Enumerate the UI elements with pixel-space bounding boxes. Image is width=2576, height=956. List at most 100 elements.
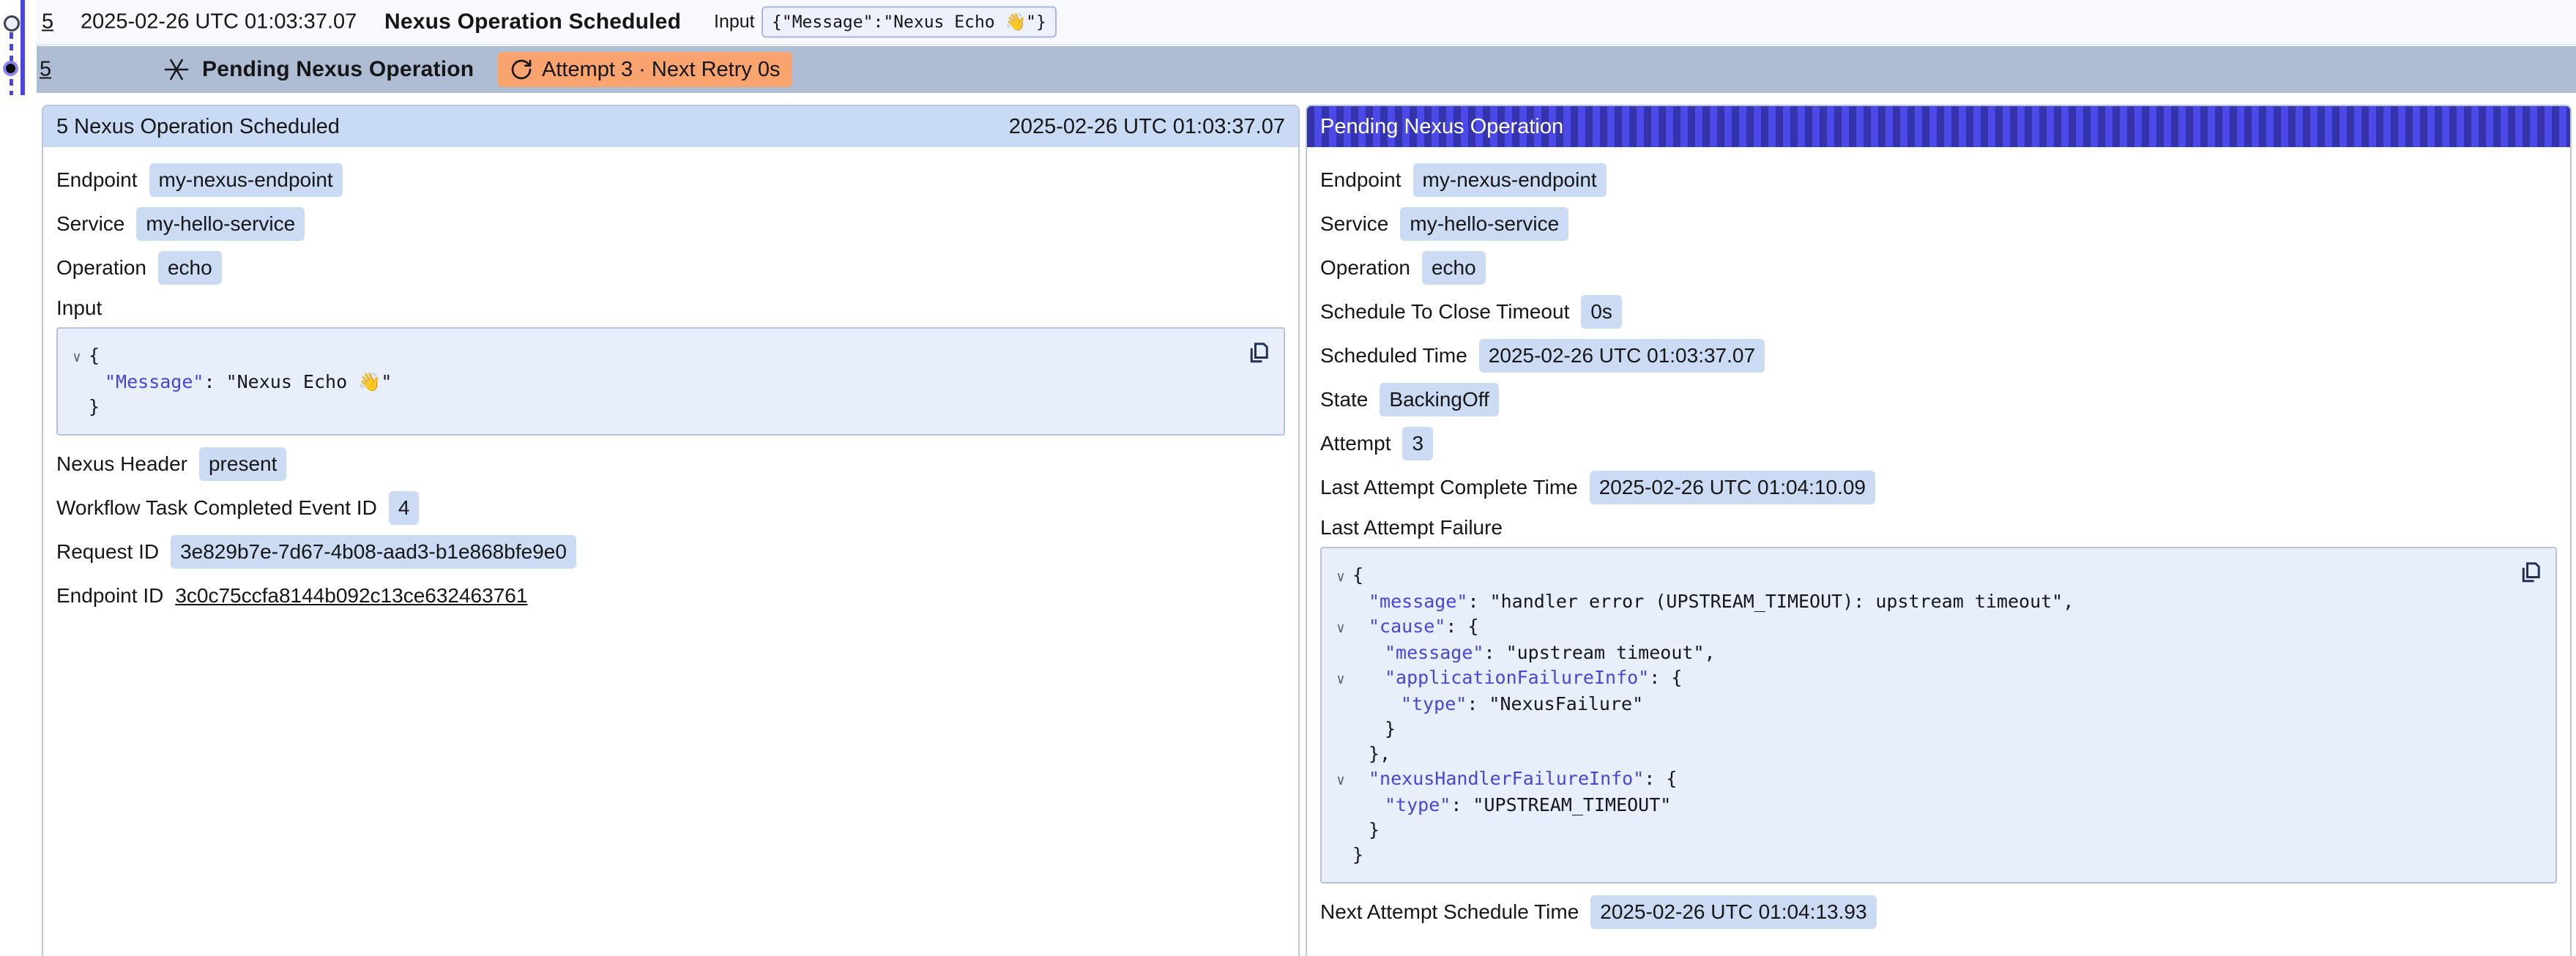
field-row-operation: Operationecho xyxy=(1320,251,2557,285)
event-summary-row[interactable]: 5 2025-02-26 UTC 01:03:37.07 Nexus Opera… xyxy=(37,0,2576,45)
json-text: : "upstream timeout", xyxy=(1484,641,1715,665)
failure-block-label: Last Attempt Failure xyxy=(1320,516,2557,539)
panel-timestamp: 2025-02-26 UTC 01:03:37.07 xyxy=(1009,115,1285,139)
event-detail-panels: 5 Nexus Operation Scheduled 2025-02-26 U… xyxy=(42,105,2572,956)
json-text: } xyxy=(1385,717,1396,742)
field-row-endpoint-id: Endpoint ID 3c0c75ccfa8144b092c13ce632463… xyxy=(56,579,1285,613)
field-value: echo xyxy=(158,251,222,285)
input-json-block: ∨{"Message": "Nexus Echo 👋"} xyxy=(56,327,1285,436)
field-label: Last Attempt Complete Time xyxy=(1320,476,1578,499)
code-line: "message": "handler error (UPSTREAM_TIME… xyxy=(1329,589,2504,614)
field-label: Endpoint xyxy=(56,168,138,192)
code-line: "message": "upstream timeout", xyxy=(1329,641,2504,665)
field-label: Schedule To Close Timeout xyxy=(1320,300,1569,324)
scheduled-event-panel-header: 5 Nexus Operation Scheduled 2025-02-26 U… xyxy=(43,106,1298,147)
field-value: BackingOff xyxy=(1380,383,1498,417)
scheduled-event-panel: 5 Nexus Operation Scheduled 2025-02-26 U… xyxy=(42,105,1300,956)
timeline-event-marker-open[interactable] xyxy=(4,15,20,31)
field-row-endpoint: Endpoint my-nexus-endpoint xyxy=(56,163,1285,197)
field-row-operation: Operation echo xyxy=(56,251,1285,285)
field-value: 2025-02-26 UTC 01:04:13.93 xyxy=(1590,895,1876,929)
field-label: Workflow Task Completed Event ID xyxy=(56,496,377,520)
field-value: my-nexus-endpoint xyxy=(149,163,343,197)
attempt-retry-badge: Attempt 3 · Next Retry 0s xyxy=(498,52,792,87)
collapse-arrow-icon[interactable]: ∨ xyxy=(1329,564,1352,589)
pending-id-link[interactable]: 5 xyxy=(40,58,51,82)
field-label: Endpoint xyxy=(1320,168,1401,192)
field-row-request-id: Request ID 3e829b7e-7d67-4b08-aad3-b1e868… xyxy=(56,535,1285,569)
attempt-retry-text: Attempt 3 · Next Retry 0s xyxy=(542,58,781,82)
json-text: : { xyxy=(1445,614,1478,639)
event-timestamp: 2025-02-26 UTC 01:03:37.07 xyxy=(81,10,357,34)
field-label: Request ID xyxy=(56,540,159,564)
field-row-service: Servicemy-hello-service xyxy=(1320,207,2557,241)
code-line: ∨"applicationFailureInfo": { xyxy=(1329,665,2504,692)
code-line: "type": "UPSTREAM_TIMEOUT" xyxy=(1329,793,2504,818)
json-key: "Message" xyxy=(105,370,204,395)
json-text: { xyxy=(1352,563,1363,588)
json-text: } xyxy=(1352,843,1363,867)
field-label: Next Attempt Schedule Time xyxy=(1320,900,1579,924)
copy-icon xyxy=(2517,559,2544,585)
field-row-attempt: Attempt 3 xyxy=(1320,427,2557,460)
field-row-state: State BackingOff xyxy=(1320,383,2557,417)
field-label: Service xyxy=(56,212,124,236)
json-text: { xyxy=(89,343,100,368)
field-value: 0s xyxy=(1581,295,1622,329)
pending-operation-panel: Pending Nexus Operation Endpointmy-nexus… xyxy=(1306,105,2572,956)
retry-icon xyxy=(510,58,533,81)
field-label: Endpoint ID xyxy=(56,584,163,608)
json-text: : "handler error (UPSTREAM_TIMEOUT): ups… xyxy=(1467,589,2074,614)
timeline-event-marker-current[interactable] xyxy=(3,61,18,76)
pending-operation-panel-header: Pending Nexus Operation xyxy=(1307,106,2570,147)
field-list: Next Attempt Schedule Time 2025-02-26 UTC… xyxy=(1320,895,2557,929)
field-value: my-hello-service xyxy=(1400,207,1568,241)
panel-title: Pending Nexus Operation xyxy=(1320,115,1563,139)
panel-title: 5 Nexus Operation Scheduled xyxy=(56,115,340,139)
timeline-line xyxy=(21,0,25,95)
event-title: Nexus Operation Scheduled xyxy=(384,10,681,34)
field-label: State xyxy=(1320,388,1368,411)
collapse-arrow-icon[interactable]: ∨ xyxy=(1329,667,1352,692)
copy-button[interactable] xyxy=(1246,339,1272,365)
field-row-workflow-task-completed-event-id: Workflow Task Completed Event ID 4 xyxy=(56,491,1285,525)
scheduled-event-panel-body: Endpointmy-nexus-endpointServicemy-hello… xyxy=(43,147,1298,636)
copy-icon xyxy=(1246,339,1272,365)
json-text: : "NexusFailure" xyxy=(1467,692,1643,717)
collapse-arrow-icon[interactable]: ∨ xyxy=(65,345,89,370)
json-text: : { xyxy=(1644,766,1677,791)
field-list: Nexus Header present Workflow Task Complet… xyxy=(56,447,1285,613)
json-text: }, xyxy=(1369,742,1391,766)
event-input-preview[interactable]: {"Message":"Nexus Echo 👋"} xyxy=(762,7,1057,38)
code-line: ∨"nexusHandlerFailureInfo": { xyxy=(1329,766,2504,793)
code-line: ∨{ xyxy=(65,343,1232,370)
field-label: Attempt xyxy=(1320,432,1391,455)
failure-json-lines: ∨{"message": "handler error (UPSTREAM_TI… xyxy=(1329,563,2504,867)
json-text: } xyxy=(1369,818,1380,843)
field-label: Operation xyxy=(56,256,146,280)
field-row-nexus-header: Nexus Header present xyxy=(56,447,1285,481)
field-value[interactable]: 3c0c75ccfa8144b092c13ce632463761 xyxy=(175,584,527,608)
field-value: 2025-02-26 UTC 01:04:10.09 xyxy=(1590,471,1875,504)
json-text: : { xyxy=(1649,665,1682,690)
copy-button[interactable] xyxy=(2517,559,2544,585)
field-value: 4 xyxy=(389,491,420,525)
pending-operation-row[interactable]: 5 Pending Nexus Operation Attempt 3 · Ne… xyxy=(37,46,2576,93)
pending-operation-panel-body: Endpointmy-nexus-endpointServicemy-hello… xyxy=(1307,147,2570,952)
field-row-last-attempt-complete-time: Last Attempt Complete Time 2025-02-26 UTC… xyxy=(1320,471,2557,504)
code-line: "Message": "Nexus Echo 👋" xyxy=(65,370,1232,395)
field-row-schedule-to-close-timeout: Schedule To Close Timeout 0s xyxy=(1320,295,2557,329)
field-value: 3 xyxy=(1402,427,1433,460)
field-label: Nexus Header xyxy=(56,452,187,476)
collapse-arrow-icon[interactable]: ∨ xyxy=(1329,616,1352,641)
event-id-link[interactable]: 5 xyxy=(42,10,53,34)
field-value: present xyxy=(199,447,286,481)
code-line: ∨{ xyxy=(1329,563,2504,589)
field-value: 3e829b7e-7d67-4b08-aad3-b1e868bfe9e0 xyxy=(171,535,576,569)
collapse-arrow-icon[interactable]: ∨ xyxy=(1329,768,1352,793)
input-json-lines: ∨{"Message": "Nexus Echo 👋"} xyxy=(65,343,1232,419)
json-key: "cause" xyxy=(1369,614,1445,639)
code-line: } xyxy=(1329,843,2504,867)
field-row-scheduled-time: Scheduled Time2025-02-26 UTC 01:03:37.07 xyxy=(1320,339,2557,373)
field-list: Endpointmy-nexus-endpointServicemy-hello… xyxy=(1320,163,2557,504)
